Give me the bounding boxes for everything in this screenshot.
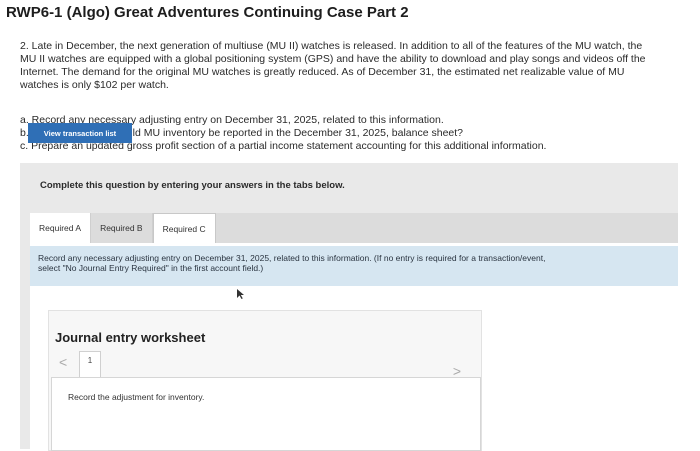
problem-line: MU II watches are equipped with a global… [20,53,646,65]
problem-line: Internet. The demand for the original MU… [20,66,625,78]
worksheet-instruction: Record the adjustment for inventory. [68,392,205,402]
tab-bar: Required A Required B Required C [30,213,678,243]
worksheet-body: Record the adjustment for inventory. [51,377,481,451]
info-line: select "No Journal Entry Required" in th… [38,263,264,273]
info-line: Record any necessary adjusting entry on … [38,253,546,263]
journal-entry-worksheet: Journal entry worksheet < 1 > Record the… [48,310,482,451]
worksheet-divider [101,351,479,378]
info-text: Record any necessary adjusting entry on … [38,253,674,273]
page-number-tab[interactable]: 1 [79,351,101,379]
problem-text: 2. Late in December, the next generation… [20,40,692,92]
worksheet-title: Journal entry worksheet [55,330,206,345]
instruction-text: Complete this question by entering your … [40,180,345,191]
view-transaction-list-button[interactable]: View transaction list [28,123,132,143]
previous-arrow-icon[interactable]: < [59,354,67,370]
tab-required-a[interactable]: Required A [30,213,92,243]
tab-required-c[interactable]: Required C [152,213,216,243]
problem-line: watches is only $102 per watch. [20,79,169,91]
mouse-cursor-icon [237,289,244,299]
tab-required-b[interactable]: Required B [91,213,153,243]
info-box: Record any necessary adjusting entry on … [30,246,678,286]
problem-line: 2. Late in December, the next generation… [20,40,643,52]
page-number: 1 [87,356,93,365]
page-title: RWP6-1 (Algo) Great Adventures Continuin… [6,4,409,21]
